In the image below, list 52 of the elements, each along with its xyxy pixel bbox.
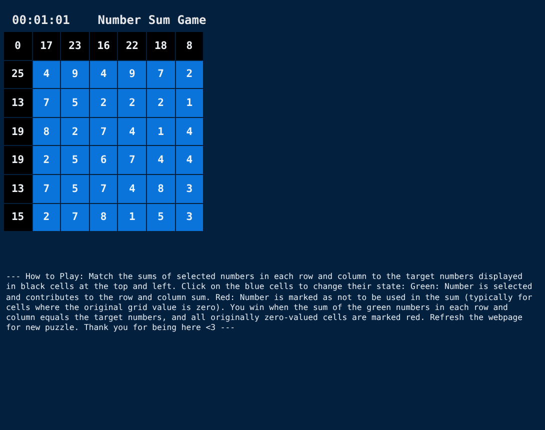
number-cell[interactable]: 8 <box>32 118 60 146</box>
row-target-cell: 19 <box>4 118 32 146</box>
row-target-cell: 19 <box>4 146 32 174</box>
instructions-text: --- How to Play: Match the sums of selected numbers in each row and column to the target numbers displayed in black cells at the top and left. Click on the blue cells to change their state: Green: Number is selected and contributes to the row and column sum. Red: Number is marked as not to be used in the sum (typically for cells where the original grid value is zero). You win when the sum of the green numbers in each row and column equals the target numbers, and all originally zero-valued cells are marked red. Refresh the webpage for new puzzle. Thank you for being here <3 --- <box>6 271 534 332</box>
number-cell[interactable]: 9 <box>118 60 146 88</box>
number-cell[interactable]: 9 <box>61 60 89 88</box>
column-target-cell: 16 <box>90 32 118 60</box>
timer: 00:01:01 <box>12 13 70 27</box>
number-cell[interactable]: 7 <box>32 89 60 117</box>
row-target-cell: 13 <box>4 89 32 117</box>
number-cell[interactable]: 3 <box>176 174 204 203</box>
number-cell[interactable]: 4 <box>146 146 175 174</box>
row-target-cell: 13 <box>4 174 32 203</box>
number-cell[interactable]: 4 <box>118 118 146 146</box>
number-cell[interactable]: 7 <box>61 204 89 232</box>
number-cell[interactable]: 4 <box>118 174 146 203</box>
number-cell[interactable]: 5 <box>61 146 89 174</box>
number-cell[interactable]: 7 <box>118 146 146 174</box>
corner-cell: 0 <box>4 32 32 60</box>
number-cell[interactable]: 1 <box>176 89 204 117</box>
number-cell[interactable]: 3 <box>176 204 204 232</box>
row-target-cell: 15 <box>4 204 32 232</box>
number-cell[interactable]: 6 <box>90 146 118 174</box>
game-title: Number Sum Game <box>98 13 206 27</box>
row-target-cell: 25 <box>4 60 32 88</box>
number-cell[interactable]: 2 <box>146 89 175 117</box>
number-cell[interactable]: 5 <box>146 204 175 232</box>
column-target-cell: 23 <box>61 32 89 60</box>
number-cell[interactable]: 2 <box>118 89 146 117</box>
number-cell[interactable]: 2 <box>61 118 89 146</box>
number-cell[interactable]: 4 <box>176 118 204 146</box>
column-target-cell: 18 <box>146 32 175 60</box>
number-cell[interactable]: 1 <box>146 118 175 146</box>
number-cell[interactable]: 4 <box>176 146 204 174</box>
number-cell[interactable]: 7 <box>32 174 60 203</box>
number-cell[interactable]: 7 <box>146 60 175 88</box>
number-cell[interactable]: 5 <box>61 89 89 117</box>
number-cell[interactable]: 2 <box>176 60 204 88</box>
number-cell[interactable]: 4 <box>32 60 60 88</box>
number-cell[interactable]: 7 <box>90 174 118 203</box>
number-cell[interactable]: 2 <box>32 204 60 232</box>
number-cell[interactable]: 8 <box>146 174 175 203</box>
column-target-cell: 8 <box>176 32 204 60</box>
column-target-cell: 17 <box>32 32 60 60</box>
number-cell[interactable]: 4 <box>90 60 118 88</box>
number-cell[interactable]: 2 <box>32 146 60 174</box>
column-target-cell: 22 <box>118 32 146 60</box>
number-cell[interactable]: 5 <box>61 174 89 203</box>
number-cell[interactable]: 7 <box>90 118 118 146</box>
number-cell[interactable]: 1 <box>118 204 146 232</box>
number-cell[interactable]: 8 <box>90 204 118 232</box>
number-cell[interactable]: 2 <box>90 89 118 117</box>
